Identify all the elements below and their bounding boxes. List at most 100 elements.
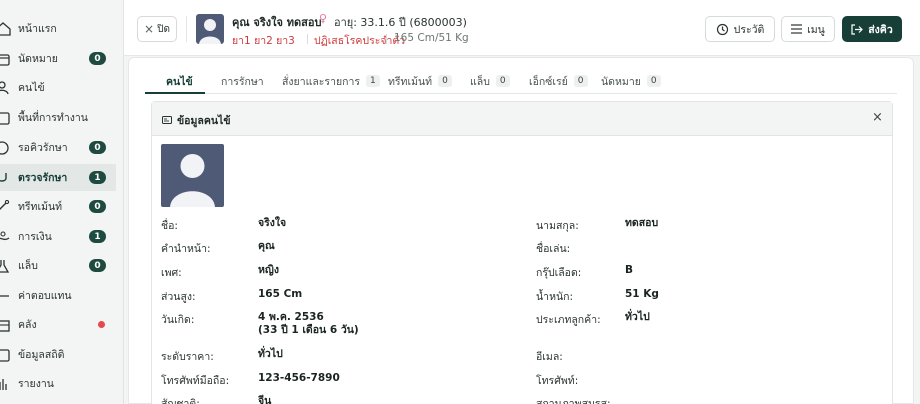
tab-label: คนไข้ [166,75,193,88]
sidebar-item-examination[interactable]: ตรวจรักษา 1 [0,164,116,191]
home-icon [0,21,12,36]
sidebar-item-label: ตรวจรักษา [18,172,68,184]
sidebar-item-appointments[interactable]: นัดหมาย 0 [0,45,116,72]
id-card-icon [162,114,172,127]
sidebar-item-label: รายงาน [18,378,54,390]
sidebar-item-report[interactable]: รายงาน [0,370,116,397]
sidebar-item-waiting-queue[interactable]: รอคิวรักษา 0 [0,134,116,161]
tab-label: ทรีทเม้นท์ [388,75,433,88]
tab-count: 0 [646,75,661,87]
phone-label: โทรศัพท์: [536,375,579,387]
count-badge: 1 [89,171,106,184]
history-button[interactable]: ประวัติ [705,16,775,42]
tab-orders[interactable]: สั่งยาและรายการ 1 [282,68,380,94]
menu-button[interactable]: เมนู [781,16,835,42]
price-level-value: ทั่วไป [258,348,283,360]
sidebar-item-finance[interactable]: การเงิน 1 [0,223,116,250]
customer-type-label: ประเภทลูกค้า: [536,314,601,326]
count-badge: 0 [89,259,106,272]
notification-dot [98,321,105,328]
blood-group-value: B [625,264,634,276]
card-header: ข้อมูลคนไข้ × [152,102,892,136]
stethoscope-icon [0,171,12,185]
lab-icon [0,259,12,273]
divider [186,16,187,42]
close-icon: × [144,22,155,36]
money-icon [0,230,12,244]
sidebar-item-label: รอคิวรักษา [18,142,68,154]
tab-treatment[interactable]: ทรีทเม้นท์ 0 [388,68,452,94]
tab-count: 0 [495,75,510,87]
marital-status-label: สถานภาพสมรส: [536,398,611,404]
statistics-icon [0,348,12,362]
tab-label: เอ็กซ์เรย์ [529,75,568,88]
hamburger-icon [791,24,803,34]
sidebar-item-label: พื้นที่การทำงาน [18,112,88,124]
tab-xray[interactable]: เอ็กซ์เรย์ 0 [529,68,588,94]
first-name-label: ชื่อ: [161,220,178,232]
count-badge: 0 [89,200,106,213]
first-name-value: จริงใจ [258,217,287,229]
mobile-value: 123-456-7890 [258,372,340,384]
count-badge: 1 [89,230,106,243]
sidebar-item-label: แล็บ [18,260,38,272]
patient-header: × ปิด คุณ จริงใจ ทดสอบ ♀ อายุ: 33.1.6 ปี… [124,0,920,56]
height-label: ส่วนสูง: [161,291,196,303]
main-content: คนไข้ การรักษา สั่งยาและรายการ 1 ทรีทเม้… [128,57,914,404]
sidebar-item-workspace[interactable]: พื้นที่การทำงาน [0,104,116,131]
divider [386,34,387,44]
prefix-label: คำนำหน้า: [161,243,211,255]
patient-name: คุณ จริงใจ ทดสอบ [232,16,322,29]
tab-label: การรักษา [221,75,264,88]
customer-type-value: ทั่วไป [625,311,650,323]
sidebar-item-label: ค่าตอบแทน [18,290,72,302]
sidebar-item-statistics[interactable]: ข้อมูลสถิติ [0,341,116,368]
count-badge: 0 [89,52,106,65]
gender-label: เพศ: [161,267,182,279]
email-label: อีเมล: [536,351,563,363]
close-icon[interactable]: × [872,110,883,125]
tab-lab[interactable]: แล็บ 0 [470,68,510,94]
weight-label: น้ำหนัก: [536,291,574,303]
tab-label: แล็บ [470,75,490,88]
warehouse-icon [0,318,12,332]
patient-tabs: คนไข้ การรักษา สั่งยาและรายการ 1 ทรีทเม้… [145,68,897,94]
last-name-value: ทดสอบ [625,217,659,229]
tab-appointments[interactable]: นัดหมาย 0 [601,68,661,94]
patient-medications: ยา1 ยา2 ยา3 [232,35,295,47]
tab-treatment-record[interactable]: การรักษา [221,68,264,94]
divider [307,34,308,44]
sidebar-item-lab[interactable]: แล็บ 0 [0,252,116,279]
send-icon [851,23,864,35]
sidebar-item-home[interactable]: หน้าแรก [0,15,116,42]
last-name-label: นามสกุล: [536,220,579,232]
patient-height-weight: 165 Cm/51 Kg [394,32,469,44]
gender-value: หญิง [258,264,279,276]
blood-group-label: กรุ๊ปเลือด: [536,267,582,279]
prefix-value: คุณ [258,240,275,252]
count-badge: 0 [89,141,106,154]
sidebar-item-patients[interactable]: คนไข้ [0,74,116,101]
close-button[interactable]: × ปิด [137,16,177,42]
history-icon [716,23,729,36]
tab-count: 0 [438,75,452,87]
send-queue-button-label: ส่งคิว [868,23,893,36]
sidebar-item-label: นัดหมาย [18,53,58,65]
female-icon: ♀ [319,12,328,25]
birthdate-value: 4 พ.ค. 2536 [258,311,324,323]
workspace-icon [0,111,12,125]
card-title: ข้อมูลคนไข้ [177,115,231,127]
sidebar-item-treatment[interactable]: ทรีทเม้นท์ 0 [0,193,116,220]
birthdate-label: วันเกิด: [161,314,195,326]
nationality-value: จีน [258,395,272,404]
birthdate-age-value: (33 ปี 1 เดือน 6 วัน) [258,324,359,336]
menu-button-label: เมนู [807,23,825,36]
calendar-icon [0,52,12,66]
tab-count: 1 [366,75,380,87]
tab-patient[interactable]: คนไข้ [166,68,193,94]
sidebar-item-warehouse[interactable]: คลัง [0,311,116,338]
sidebar-item-compensation[interactable]: ค่าตอบแทน [0,282,116,309]
send-queue-button[interactable]: ส่งคิว [842,16,902,42]
patient-info-card: ข้อมูลคนไข้ × ชื่อ: จริงใจ นามสกุล: ทดสอ… [151,101,893,404]
sidebar-item-label: คลัง [18,319,37,331]
